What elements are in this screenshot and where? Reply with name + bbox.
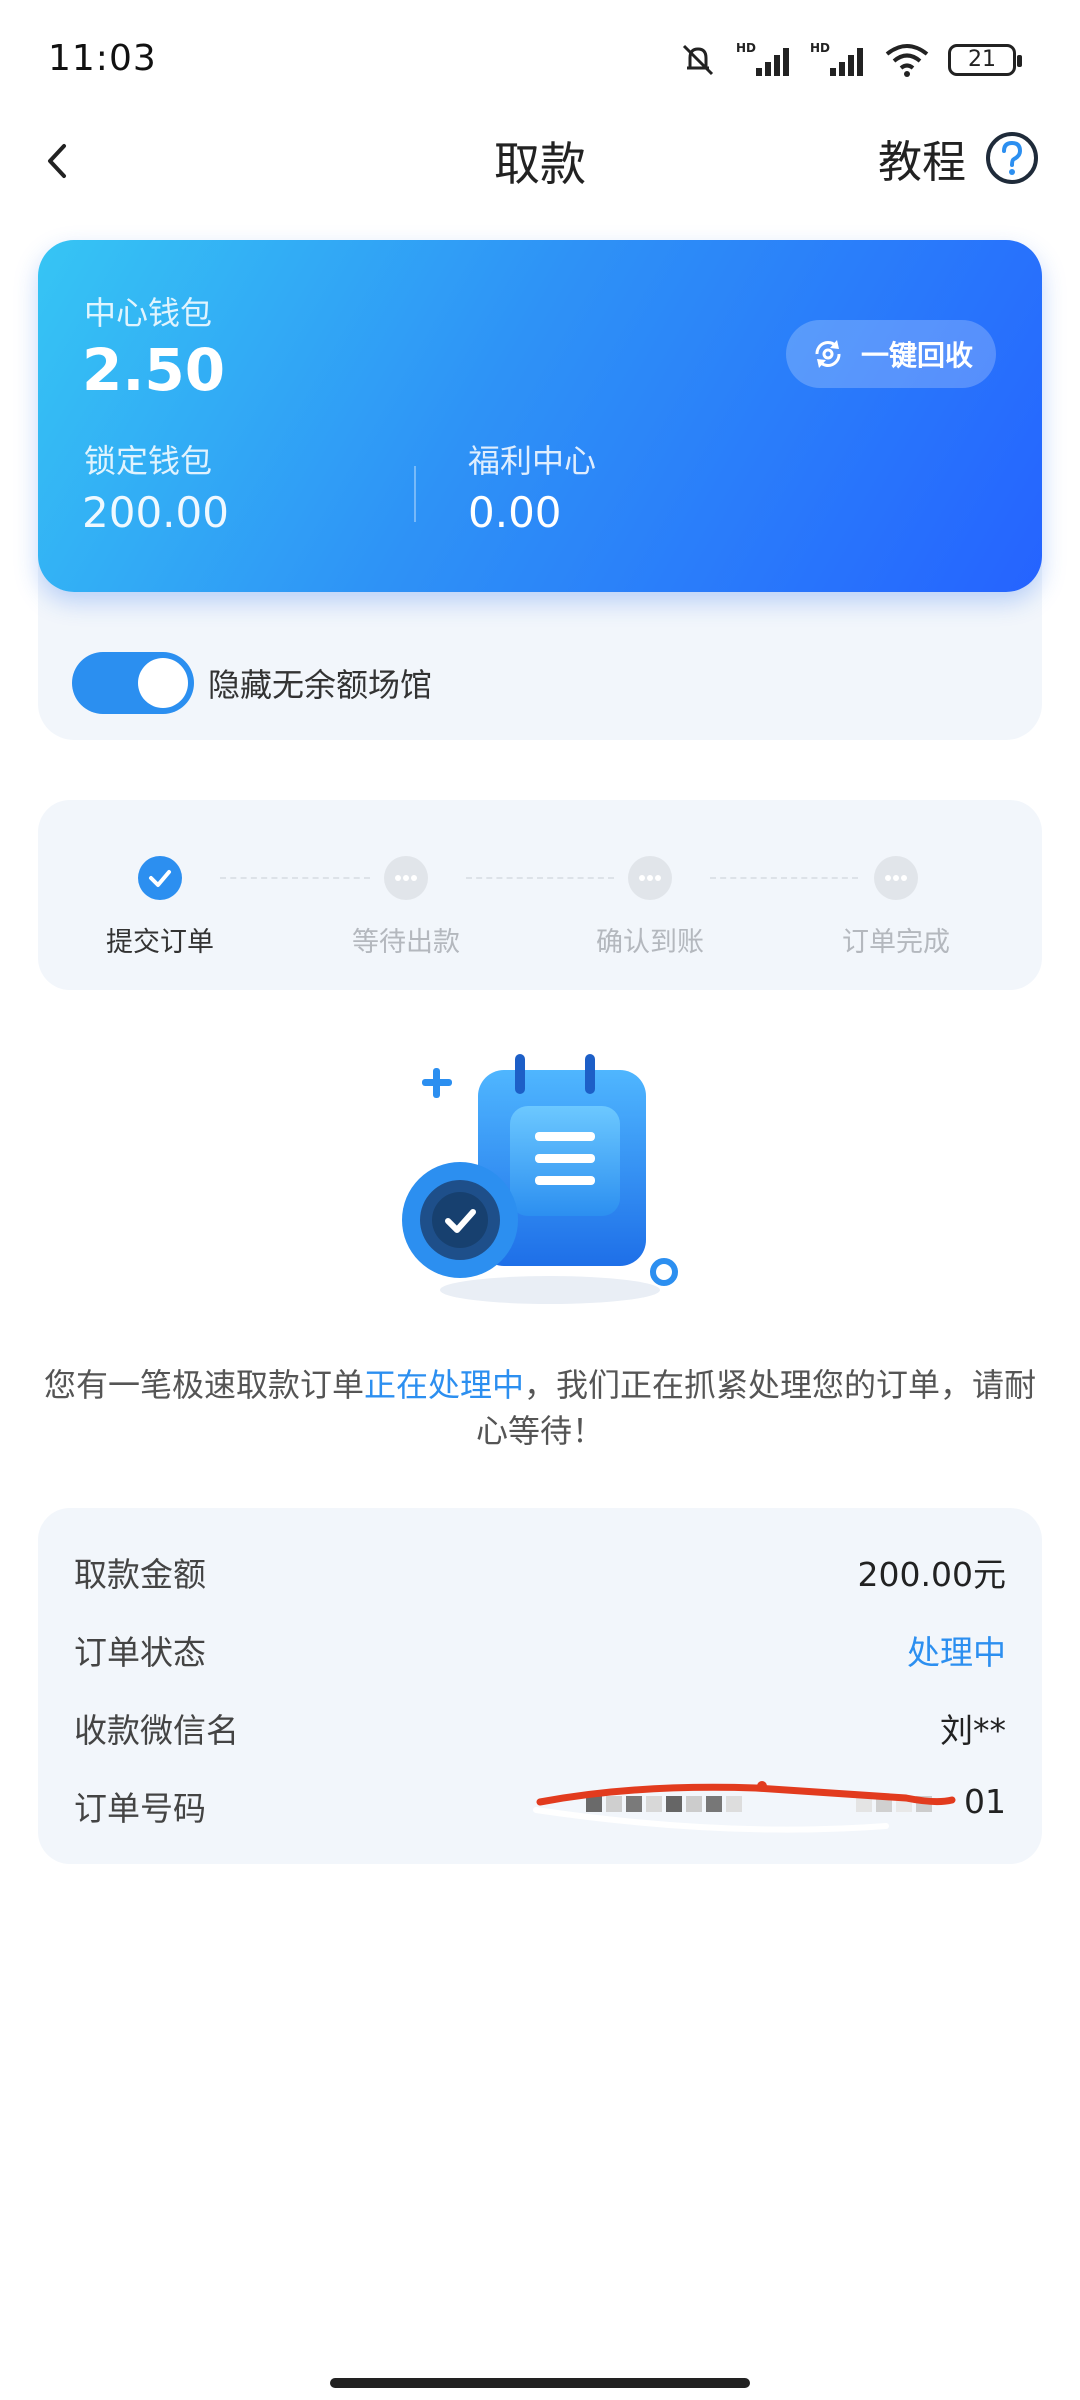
- home-indicator[interactable]: [330, 2378, 750, 2388]
- hide-empty-toggle[interactable]: [72, 652, 194, 714]
- wifi-icon: [885, 44, 929, 77]
- detail-row-name: 收款微信名 刘**: [74, 1704, 1006, 1754]
- status-icons: HD HD 21: [678, 40, 1022, 80]
- step-confirm: 确认到账: [550, 856, 750, 959]
- status-label: 订单状态: [74, 1633, 206, 1672]
- step-label: 订单完成: [842, 927, 950, 958]
- welfare-center-label: 福利中心: [468, 442, 597, 480]
- ellipsis-icon: [384, 856, 428, 900]
- recycle-icon: [815, 340, 841, 368]
- locked-wallet-label: 锁定钱包: [84, 442, 213, 480]
- amount-label: 取款金额: [74, 1555, 206, 1594]
- redaction-scribble: [533, 1781, 956, 1833]
- step-submit: 提交订单: [60, 856, 260, 959]
- message-highlight: 正在处理中: [363, 1366, 524, 1404]
- tutorial-label: 教程: [878, 137, 966, 188]
- mute-bell-icon: [682, 44, 714, 76]
- step-label: 等待出款: [352, 927, 460, 958]
- step-label: 确认到账: [596, 927, 704, 958]
- welfare-center-value: 0.00: [468, 488, 562, 537]
- signal-hd-icon-2: HD: [810, 41, 863, 76]
- order-label: 订单号码: [74, 1789, 206, 1828]
- wallet-card: 中心钱包 2.50 一键回收 锁定钱包 200.00 福利中心 0.00: [38, 240, 1042, 592]
- status-bar: 11:03 HD HD 21: [0, 0, 1080, 120]
- locked-wallet-value: 200.00: [82, 488, 229, 537]
- detail-row-order: 订单号码 01: [74, 1781, 1006, 1833]
- signal-hd-icon: HD: [736, 41, 789, 76]
- ellipsis-icon: [874, 856, 918, 900]
- name-value: 刘**: [940, 1711, 1006, 1750]
- center-wallet-value: 2.50: [82, 336, 226, 404]
- battery-icon: 21: [948, 44, 1022, 76]
- step-label: 提交订单: [106, 927, 214, 958]
- wallet-divider: [414, 466, 416, 522]
- order-details: 取款金额 200.00元 订单状态 处理中 收款微信名 刘** 订单号码 01: [38, 1508, 1042, 1864]
- help-icon: [986, 132, 1038, 184]
- wallet-panel: 中心钱包 2.50 一键回收 锁定钱包 200.00 福利中心 0.00 隐藏无…: [38, 240, 1042, 740]
- ellipsis-icon: [628, 856, 672, 900]
- status-time: 11:03: [48, 38, 157, 79]
- status-value: 处理中: [907, 1633, 1006, 1672]
- hide-empty-label: 隐藏无余额场馆: [208, 666, 433, 704]
- nav-bar: 取款 教程: [0, 120, 1080, 200]
- withdraw-page: 11:03 HD HD 21 取款 教程 中心钱包 2.50 一键回收 锁定钱包…: [0, 0, 1080, 2400]
- detail-row-status: 订单状态 处理中: [74, 1626, 1006, 1676]
- detail-row-amount: 取款金额 200.00元: [74, 1548, 1006, 1598]
- message-text-before: 您有一笔极速取款订单: [43, 1366, 364, 1404]
- svg-text:HD: HD: [736, 41, 756, 55]
- toggle-knob: [138, 658, 188, 708]
- name-label: 收款微信名: [74, 1711, 239, 1750]
- order-calendar-illustration: [402, 1054, 678, 1304]
- center-wallet-label: 中心钱包: [84, 294, 213, 332]
- tutorial-button[interactable]: 教程: [878, 126, 1040, 190]
- amount-value: 200.00元: [857, 1555, 1006, 1594]
- step-waiting: 等待出款: [306, 856, 506, 959]
- check-icon: [138, 856, 182, 900]
- message-text-after: ，我们正在抓紧处理您的订单，请耐心等待！: [475, 1366, 1037, 1450]
- one-key-recycle-button[interactable]: 一键回收: [786, 320, 996, 388]
- svg-text:HD: HD: [810, 41, 830, 55]
- order-progress: 提交订单 等待出款 确认到账 订单完成: [38, 800, 1042, 990]
- recycle-label: 一键回收: [860, 339, 973, 372]
- step-complete: 订单完成: [796, 856, 996, 959]
- processing-message: 您有一笔极速取款订单正在处理中，我们正在抓紧处理您的订单，请耐心等待！: [40, 1362, 1040, 1454]
